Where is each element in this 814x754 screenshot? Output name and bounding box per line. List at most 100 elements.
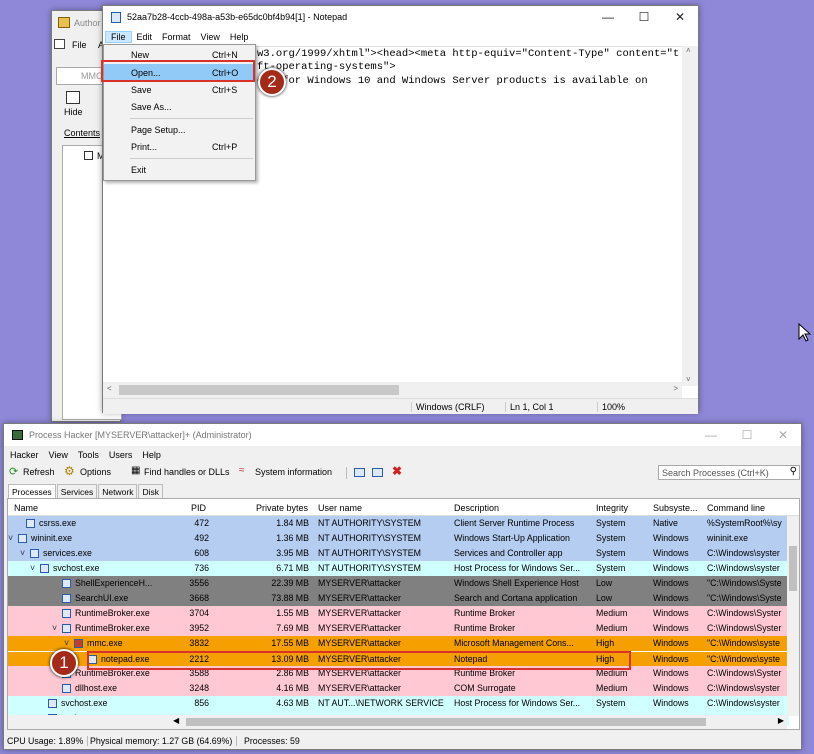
system-information-button[interactable]: System information [255,467,332,477]
cell-user: MYSERVER\attacker [318,593,401,603]
horizontal-scrollbar[interactable]: ˂ ˃ [103,382,682,398]
menu-edit[interactable]: Edit [132,32,158,42]
col-description[interactable]: Description [454,503,499,513]
menu-item-print[interactable]: Print... Ctrl+P [104,138,255,156]
table-row[interactable]: ˅ svchost.exe 736 6.71 MB NT AUTHORITY\SYSTE… [8,561,789,576]
ph-close-icon[interactable]: ✕ [765,424,801,446]
ph-menu-view[interactable]: View [44,450,73,460]
mouse-cursor-icon [798,323,812,342]
col-name[interactable]: Name [14,503,38,513]
ph-tabs: Processes Services Network Disk [8,484,164,499]
scroll-thumb[interactable] [119,385,399,395]
col-command-line[interactable]: Command line [707,503,765,513]
col-private-bytes[interactable]: Private bytes [256,503,308,513]
close-icon[interactable]: ✕ [662,6,698,28]
ph-minimize-icon[interactable]: — [693,424,729,446]
save-as-label: Save As... [131,102,172,112]
col-user-name[interactable]: User name [318,503,362,513]
col-subsystem[interactable]: Subsyste... [653,503,698,513]
menu-item-save-as[interactable]: Save As... [104,98,255,116]
ph-menu-help[interactable]: Help [137,450,166,460]
process-name: services.exe [43,548,92,558]
tab-processes[interactable]: Processes [8,484,56,499]
tab-network[interactable]: Network [98,484,138,499]
expand-chevron-icon[interactable]: ˅ [64,638,69,648]
terminate-icon[interactable]: ✖ [392,464,402,478]
ph-horizontal-scrollbar[interactable]: ◀ ▶ [8,715,787,729]
table-row[interactable]: svchost.exe 856 4.63 MB NT AUT...\NETWORK S… [8,696,789,711]
scroll-up-icon[interactable]: ˄ [686,46,691,55]
menu-item-page-setup[interactable]: Page Setup... [104,121,255,139]
table-row[interactable]: ˅ services.exe 608 3.95 MB NT AUTHORITY\SYST… [8,546,789,561]
cell-desc: Search and Cortana application [454,593,578,603]
find-handles-button[interactable]: Find handles or DLLs [144,467,230,477]
menu-format[interactable]: Format [157,32,196,42]
hide-button[interactable]: Hide [64,107,83,117]
minimize-icon[interactable]: — [590,6,626,28]
table-row[interactable]: csrss.exe 472 1.84 MB NT AUTHORITY\SYSTEM Cl… [8,516,789,531]
cell-cmd: wininit.exe [707,533,749,543]
window-icon[interactable] [354,468,365,477]
cell-pid: 3556 [189,578,209,588]
process-icon [18,534,27,543]
options-button[interactable]: Options [80,467,111,477]
cell-pid: 608 [194,548,209,558]
contents-tab[interactable]: Contents [64,128,100,138]
table-row[interactable]: RuntimeBroker.exe 3704 1.55 MB MYSERVER\att… [8,606,789,621]
ph-scroll-left-icon[interactable]: ◀ [173,716,179,725]
exit-label: Exit [131,165,147,175]
ph-scroll-right-icon[interactable]: ▶ [778,716,784,725]
process-icon [48,699,57,708]
ph-hscroll-thumb[interactable] [186,718,706,726]
expand-chevron-icon[interactable]: ˅ [20,548,25,558]
table-row[interactable]: ˅ wininit.exe 492 1.36 MB NT AUTHORITY\SYSTE… [8,531,789,546]
scroll-left-icon[interactable]: ˂ [107,384,112,393]
ph-menu-tools[interactable]: Tools [73,450,104,460]
window-arrow-icon[interactable] [372,468,383,477]
window-title-fragment: Author [74,18,101,28]
cell-priv: 7.69 MB [276,623,309,633]
expand-chevron-icon[interactable]: ˅ [8,533,13,543]
table-row[interactable]: ˅ RuntimeBroker.exe 3952 7.69 MB MYSERVER\at… [8,621,789,636]
ph-titlebar[interactable]: Process Hacker [MYSERVER\attacker]+ (Adm… [4,424,801,446]
expand-chevron-icon[interactable]: ˅ [30,563,35,573]
menu-item-exit[interactable]: Exit [104,161,255,179]
notepad-row-highlight-box [87,651,631,670]
cell-user: MYSERVER\attacker [318,578,401,588]
cell-cmd: C:\Windows\syster [707,683,780,693]
status-position: Ln 1, Col 1 [505,402,554,412]
table-row[interactable]: ˅ mmc.exe 3832 17.55 MB MYSERVER\attacker Mic… [8,636,789,651]
search-processes-input[interactable]: Search Processes (Ctrl+K) ⚲ [658,465,800,480]
ph-menu-users[interactable]: Users [104,450,138,460]
cell-pid: 3952 [189,623,209,633]
cell-pid: 3832 [189,638,209,648]
table-row[interactable]: ShellExperienceH... 3556 22.39 MB MYSERVER\… [8,576,789,591]
scroll-right-icon[interactable]: ˃ [673,384,678,393]
col-integrity[interactable]: Integrity [596,503,628,513]
table-row[interactable]: SearchUI.exe 3668 73.88 MB MYSERVER\attacke… [8,591,789,606]
menu-file[interactable]: File [72,40,87,50]
menu-file[interactable]: File [105,31,132,43]
ph-scroll-thumb[interactable] [789,546,797,591]
ph-menu-hacker[interactable]: Hacker [4,450,44,460]
vertical-scrollbar[interactable]: ˄ ˅ [682,46,698,386]
page-setup-label: Page Setup... [131,125,186,135]
menu-view[interactable]: View [196,32,225,42]
tab-disk[interactable]: Disk [138,484,163,499]
tab-services[interactable]: Services [56,484,98,499]
search-icon: ⚲ [789,466,797,477]
table-row[interactable]: dllhost.exe 3248 4.16 MB MYSERVER\attacker C… [8,681,789,696]
col-pid[interactable]: PID [191,503,206,513]
maximize-icon[interactable]: ☐ [626,6,662,28]
ph-vertical-scrollbar[interactable] [787,516,799,716]
menu-item-save[interactable]: Save Ctrl+S [104,81,255,99]
expand-chevron-icon[interactable]: ˅ [52,623,57,633]
cell-pid: 3668 [189,593,209,603]
ph-maximize-icon[interactable]: ☐ [729,424,765,446]
cell-desc: Windows Start-Up Application [454,533,570,543]
print-label: Print... [131,142,158,152]
scroll-down-icon[interactable]: ˅ [686,375,691,384]
menu-help[interactable]: Help [225,32,254,42]
refresh-button[interactable]: Refresh [23,467,55,477]
process-icon [62,579,71,588]
